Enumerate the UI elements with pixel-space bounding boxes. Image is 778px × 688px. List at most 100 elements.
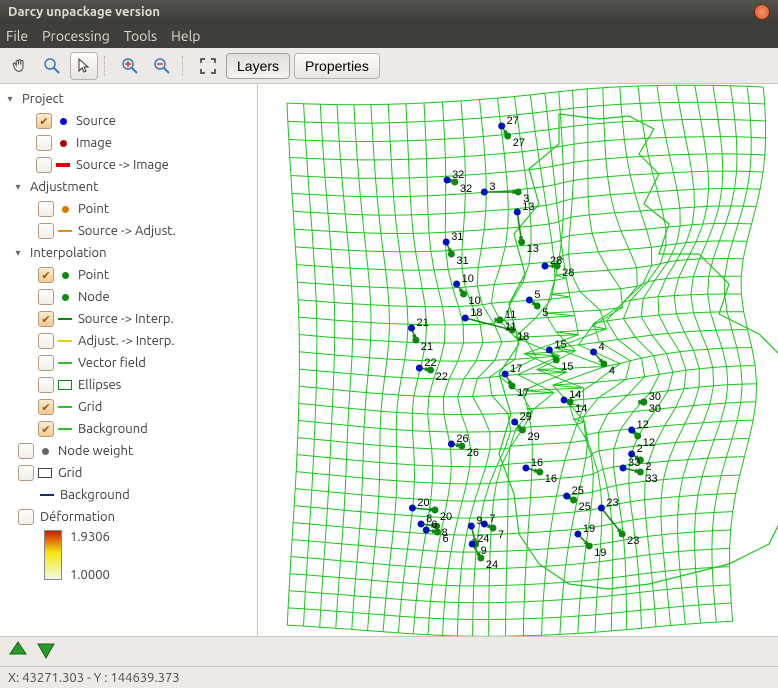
svg-text:17: 17 xyxy=(517,387,529,399)
node-project[interactable]: Project xyxy=(20,92,64,106)
checkbox-icon[interactable] xyxy=(38,267,54,283)
svg-text:16: 16 xyxy=(545,473,557,485)
svg-text:25: 25 xyxy=(572,485,584,497)
svg-text:12: 12 xyxy=(643,437,655,449)
menubar: File Processing Tools Help xyxy=(0,24,778,48)
layer-node[interactable]: Node xyxy=(76,290,110,304)
checkbox-icon[interactable] xyxy=(18,509,34,525)
menu-file[interactable]: File xyxy=(6,28,28,44)
coords-label: X: 43271.303 - Y : 144639.373 xyxy=(8,671,180,685)
layer-ellipses[interactable]: Ellipses xyxy=(76,378,121,392)
layer-source-image[interactable]: Source -> Image xyxy=(74,158,169,172)
svg-text:11: 11 xyxy=(505,309,516,321)
titlebar: Darcy unpackage version xyxy=(0,0,778,24)
pointer-icon[interactable] xyxy=(70,52,98,80)
svg-text:33: 33 xyxy=(628,457,640,469)
fullscreen-icon[interactable] xyxy=(194,52,222,80)
arrow-icon: .a-red::after{border-left-color:#e20000} xyxy=(56,163,70,167)
layer-deformation[interactable]: Déformation xyxy=(38,510,115,524)
checkbox-icon[interactable] xyxy=(38,311,54,327)
chevron-down-icon[interactable]: ▾ xyxy=(12,181,24,193)
layer-grid[interactable]: Grid xyxy=(76,400,102,414)
rect-icon xyxy=(38,468,52,478)
checkbox-icon[interactable] xyxy=(18,465,34,481)
layer-background2[interactable]: Background xyxy=(58,488,130,502)
close-icon[interactable] xyxy=(754,4,770,20)
layer-source-adjust[interactable]: Source -> Adjust. xyxy=(76,224,176,238)
move-down-icon[interactable] xyxy=(36,640,56,663)
svg-text:19: 19 xyxy=(583,523,595,535)
chevron-down-icon[interactable]: ▾ xyxy=(12,247,24,259)
node-adjustment[interactable]: Adjustment xyxy=(28,180,98,194)
svg-text:17: 17 xyxy=(510,363,522,375)
svg-text:21: 21 xyxy=(421,341,433,353)
checkbox-icon[interactable] xyxy=(38,201,54,217)
line-icon xyxy=(58,406,72,408)
node-interpolation[interactable]: Interpolation xyxy=(28,246,107,260)
svg-text:33: 33 xyxy=(645,473,657,485)
checkbox-icon[interactable] xyxy=(38,289,54,305)
move-up-icon[interactable] xyxy=(8,640,28,663)
layer-source-interp[interactable]: Source -> Interp. xyxy=(76,312,174,326)
menu-tools[interactable]: Tools xyxy=(124,28,157,44)
checkbox-icon[interactable] xyxy=(38,223,54,239)
hand-pan-icon[interactable] xyxy=(6,52,34,80)
svg-text:30: 30 xyxy=(649,403,661,415)
arrow-icon xyxy=(58,226,72,236)
layer-adjust-interp[interactable]: Adjust. -> Interp. xyxy=(76,334,174,348)
checkbox-icon[interactable] xyxy=(38,355,54,371)
tab-properties[interactable]: Properties xyxy=(294,53,380,79)
svg-text:15: 15 xyxy=(561,361,573,373)
checkbox-icon[interactable] xyxy=(38,377,54,393)
svg-text:29: 29 xyxy=(520,411,532,423)
svg-text:13: 13 xyxy=(527,243,539,255)
svg-text:32: 32 xyxy=(460,183,472,195)
svg-text:14: 14 xyxy=(575,403,587,415)
map-canvas[interactable]: 2727323233131331312828101055212118181111… xyxy=(258,84,778,636)
svg-text:7: 7 xyxy=(498,529,504,541)
svg-text:11: 11 xyxy=(505,321,516,333)
layer-source[interactable]: Source xyxy=(74,114,116,128)
statusbar: X: 43271.303 - Y : 144639.373 xyxy=(0,666,778,688)
svg-text:16: 16 xyxy=(531,457,543,469)
svg-text:18: 18 xyxy=(470,307,482,319)
dot-icon xyxy=(62,294,69,301)
layer-image[interactable]: Image xyxy=(74,136,112,150)
checkbox-icon[interactable] xyxy=(36,157,52,173)
svg-text:20: 20 xyxy=(440,511,452,523)
checkbox-icon[interactable] xyxy=(38,333,54,349)
chevron-down-icon[interactable]: ▾ xyxy=(4,93,16,105)
checkbox-icon[interactable] xyxy=(38,399,54,415)
dot-icon xyxy=(60,118,67,125)
checkbox-icon[interactable] xyxy=(36,135,52,151)
svg-text:5: 5 xyxy=(534,289,540,301)
layer-background[interactable]: Background xyxy=(76,422,148,436)
legend-max: 1.9306 xyxy=(70,530,110,544)
menu-processing[interactable]: Processing xyxy=(42,28,110,44)
layer-int-point[interactable]: Point xyxy=(76,268,109,282)
svg-text:24: 24 xyxy=(477,533,489,545)
menu-help[interactable]: Help xyxy=(171,28,200,44)
layers-tree-panel[interactable]: ▾ Project Source Image .a-red::after{bord… xyxy=(0,84,258,636)
checkbox-icon[interactable] xyxy=(38,421,54,437)
svg-text:10: 10 xyxy=(462,273,474,285)
zoom-out-icon[interactable] xyxy=(148,52,176,80)
svg-text:27: 27 xyxy=(507,115,519,127)
svg-text:26: 26 xyxy=(456,433,468,445)
tab-layers[interactable]: Layers xyxy=(226,53,290,79)
toolbar: Layers Properties xyxy=(0,48,778,84)
checkbox-icon[interactable] xyxy=(36,113,52,129)
svg-text:25: 25 xyxy=(579,501,591,513)
zoom-in-icon[interactable] xyxy=(116,52,144,80)
svg-text:15: 15 xyxy=(554,339,566,351)
layer-adj-point[interactable]: Point xyxy=(76,202,109,216)
layer-vector-field[interactable]: Vector field xyxy=(76,356,146,370)
svg-text:18: 18 xyxy=(517,331,529,343)
svg-text:19: 19 xyxy=(594,547,606,559)
dot-icon xyxy=(60,140,67,147)
svg-text:4: 4 xyxy=(599,341,605,353)
layer-grid2[interactable]: Grid xyxy=(56,466,82,480)
zoom-icon[interactable] xyxy=(38,52,66,80)
checkbox-icon[interactable] xyxy=(18,443,34,459)
layer-node-weight[interactable]: Node weight xyxy=(56,444,133,458)
